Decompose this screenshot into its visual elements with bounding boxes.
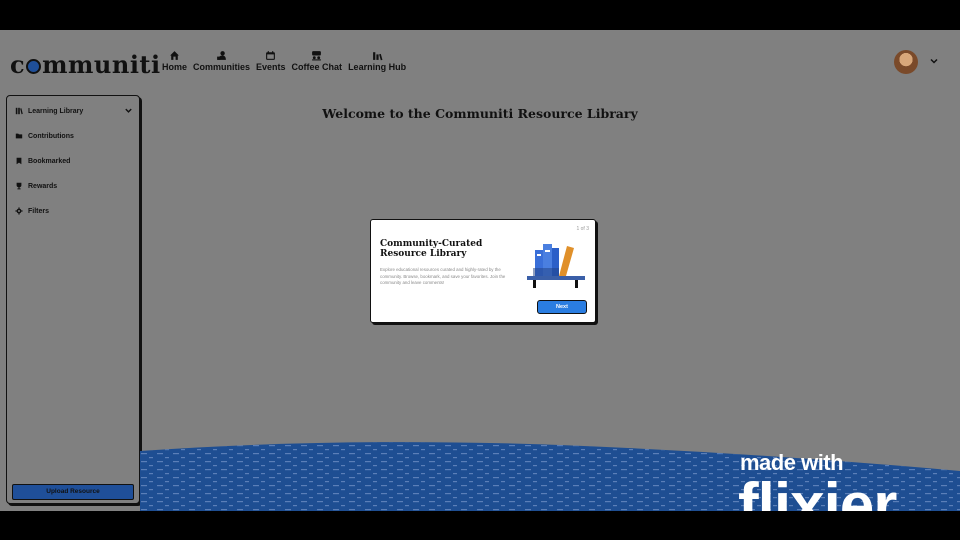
sidebar-item-bookmarked[interactable]: Bookmarked	[15, 157, 70, 165]
top-nav: c mmuniti Home Communities Events Coffee …	[0, 30, 960, 100]
sidebar-item-filters[interactable]: Filters	[15, 207, 49, 215]
sidebar-item-label: Contributions	[28, 132, 74, 140]
nav-item-coffee-chat[interactable]: Coffee Chat	[291, 50, 343, 72]
user-avatar[interactable]	[894, 50, 918, 74]
gear-icon	[15, 207, 23, 215]
home-icon	[170, 51, 179, 60]
page-title: Welcome to the Communiti Resource Librar…	[322, 106, 638, 121]
sidebar-item-rewards[interactable]: Rewards	[15, 182, 57, 190]
communiti-logo[interactable]: c mmuniti	[10, 50, 161, 79]
nav-item-label: Learning Hub	[348, 62, 407, 72]
nav-item-home[interactable]: Home	[162, 50, 187, 72]
logo-text-right: mmuniti	[42, 50, 161, 79]
nav-item-communities[interactable]: Communities	[193, 50, 250, 72]
nav-item-label: Home	[162, 62, 188, 72]
nav-item-label: Communities	[193, 62, 251, 72]
nav-item-label: Coffee Chat	[291, 62, 343, 72]
step-indicator: 1 of 3	[576, 226, 589, 232]
upload-resource-button[interactable]: Upload Resource	[12, 484, 134, 500]
sidebar-item-contributions[interactable]: Contributions	[15, 132, 74, 140]
sidebar-item-label: Bookmarked	[28, 157, 71, 165]
watermark-line2: flixier	[738, 471, 897, 512]
nav-item-label: Events	[256, 62, 286, 72]
sidebar-item-label: Rewards	[28, 182, 58, 190]
logo-text-left: c	[10, 50, 26, 79]
main-nav: Home Communities Events Coffee Chat Lear…	[162, 50, 406, 72]
bookmark-icon	[16, 157, 22, 165]
calendar-icon	[266, 51, 276, 60]
modal-title: Community-Curated Resource Library	[380, 239, 483, 259]
learning-hub-icon	[372, 52, 383, 61]
trophy-icon	[16, 182, 22, 190]
logo-dot-icon	[26, 59, 42, 74]
folder-icon	[15, 133, 23, 139]
chevron-down-icon[interactable]	[929, 56, 939, 66]
coffee-chat-icon	[312, 51, 322, 61]
bookshelf-illustration	[527, 244, 585, 288]
modal-description: Explore educational resources curated an…	[380, 267, 506, 285]
sidebar-item-label: Filters	[28, 207, 50, 215]
app-screen: c mmuniti Home Communities Events Coffee …	[0, 30, 960, 511]
next-button[interactable]: Next	[537, 300, 587, 314]
nav-item-learning-hub[interactable]: Learning Hub	[348, 50, 406, 72]
sidebar: Learning Library Contributions Bookmarke…	[6, 95, 140, 504]
nav-item-events[interactable]: Events	[256, 50, 286, 72]
onboarding-modal: 1 of 3 Community-Curated Resource Librar…	[370, 219, 596, 323]
communities-icon	[217, 51, 226, 60]
flixier-watermark: made with flixier	[738, 450, 897, 512]
